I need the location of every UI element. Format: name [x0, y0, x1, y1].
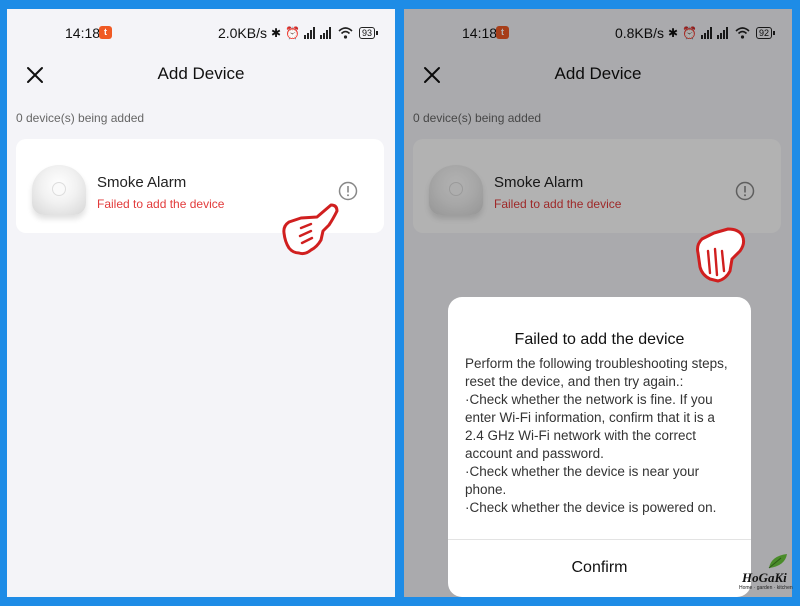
hogaki-logo: HoGaKi Home · garden · kitchen [739, 552, 797, 592]
leaf-icon [768, 554, 787, 569]
wifi-icon [338, 27, 353, 39]
devices-count-label: 0 device(s) being added [16, 111, 145, 125]
right-phone-screen: 14:18 t 0.8KB/s ✱ ⏰ 92 Add Device 0 devi… [404, 9, 792, 597]
status-time: 14:18 [65, 25, 101, 41]
dialog-intro: Perform the following troubleshooting st… [465, 356, 728, 389]
bluetooth-icon: ✱ [270, 26, 282, 40]
header: Add Device [7, 57, 395, 91]
dialog-body: Perform the following troubleshooting st… [465, 355, 734, 517]
page-title: Add Device [157, 64, 245, 83]
troubleshoot-step: ·Check whether the device is near your p… [465, 464, 700, 497]
network-speed: 2.0KB/s [217, 25, 267, 41]
left-phone-screen: 14:18 t 2.0KB/s ✱ ⏰ 93 Add Device 0 devi… [7, 9, 395, 597]
error-dialog: Failed to add the device Perform the fol… [448, 297, 751, 597]
device-status: Failed to add the device [97, 197, 225, 211]
logo-text: HoGaKi [742, 570, 787, 585]
dialog-title: Failed to add the device [514, 331, 685, 348]
alarm-icon: ⏰ [285, 26, 300, 40]
troubleshoot-step: ·Check whether the network is fine. If y… [465, 392, 715, 461]
signal-icon [303, 27, 331, 39]
pointing-hand-icon [282, 203, 339, 256]
device-name: Smoke Alarm [97, 174, 187, 191]
pointing-hand-icon [696, 227, 746, 283]
battery-icon: 93 [358, 27, 379, 39]
logo-tagline: Home · garden · kitchen [739, 585, 793, 591]
smoke-alarm-image [32, 165, 86, 215]
app-badge-icon: t [99, 26, 112, 39]
status-icons: 2.0KB/s ✱ ⏰ 93 [217, 25, 379, 41]
status-bar: 14:18 t 2.0KB/s ✱ ⏰ 93 [7, 9, 395, 57]
troubleshoot-step: ·Check whether the device is powered on. [465, 500, 717, 515]
confirm-button[interactable]: Confirm [448, 540, 751, 597]
